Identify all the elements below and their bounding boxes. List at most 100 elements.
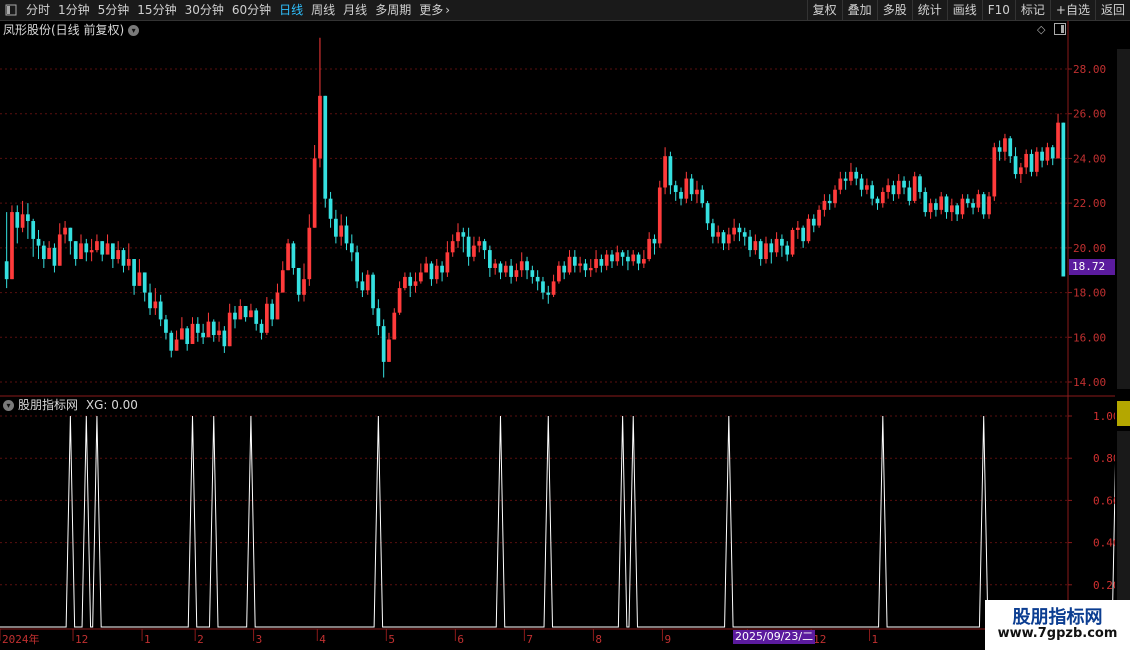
candle-body <box>965 198 970 204</box>
candle-body <box>344 225 349 244</box>
candle-body <box>790 229 795 255</box>
candle-body <box>57 234 62 266</box>
candle-body <box>742 232 747 237</box>
candle-body <box>296 267 301 295</box>
candle-body <box>89 250 94 253</box>
tab-period-6[interactable]: 日线 <box>275 0 307 20</box>
current-price-tag: 18.72 <box>1069 259 1115 275</box>
candle-body <box>689 178 694 195</box>
candle-body <box>180 328 184 340</box>
candle-body <box>1024 153 1029 168</box>
candle-body <box>817 209 821 226</box>
toolbar-button-3[interactable]: 统计 <box>911 0 947 20</box>
candle-body <box>355 252 359 282</box>
candle-body <box>620 252 625 257</box>
candle-body <box>456 232 460 242</box>
candle-body <box>211 321 216 336</box>
candle-body <box>700 189 705 204</box>
tab-period-10[interactable]: 更多 <box>415 0 447 20</box>
candle-body <box>599 259 604 266</box>
candle-body <box>748 236 752 251</box>
chevron-right-icon[interactable]: › <box>445 3 450 17</box>
toolbar-button-2[interactable]: 多股 <box>876 0 912 20</box>
candle-body <box>610 254 614 262</box>
x-label: 9 <box>664 633 671 646</box>
candle-body <box>413 281 418 286</box>
tab-period-8[interactable]: 月线 <box>339 0 371 20</box>
toolbar-button-5[interactable]: F10 <box>981 0 1015 20</box>
candle-body <box>73 241 78 260</box>
toolbar-button-7[interactable]: +自选 <box>1049 0 1095 20</box>
candle-body <box>36 238 41 246</box>
candle-body <box>270 303 275 320</box>
candle-body <box>795 227 800 230</box>
period-toolbar: 分时 1分钟 5分钟 15分钟 30分钟 60分钟 日线 周线 月线 多周期 更多 › 复权 叠加 多股… <box>0 0 1130 21</box>
candle-body <box>997 147 1002 152</box>
candle-body <box>567 256 572 273</box>
candle-body <box>711 223 715 237</box>
candle-body <box>647 238 652 260</box>
candle-body <box>546 292 551 295</box>
candle-body <box>387 339 391 362</box>
toolbar-button-0[interactable]: 复权 <box>806 0 842 20</box>
candle-body <box>854 171 859 179</box>
indicator-y-label: 0.40 <box>1093 537 1115 550</box>
tab-period-7[interactable]: 周线 <box>307 0 339 20</box>
candle-body <box>132 259 136 286</box>
toolbar-button-6[interactable]: 标记 <box>1014 0 1050 20</box>
tab-period-3[interactable]: 15分钟 <box>133 0 180 20</box>
candle-body <box>440 265 444 273</box>
y-label: 20.00 <box>1073 242 1106 255</box>
candle-body <box>498 263 503 273</box>
candle-body <box>280 270 285 293</box>
toolbar-button-4[interactable]: 画线 <box>946 0 982 20</box>
tab-period-9[interactable]: 多周期 <box>371 0 415 20</box>
candle-body <box>636 254 641 264</box>
candle-body <box>397 288 402 313</box>
candle-body <box>928 203 933 213</box>
x-label: 5 <box>388 633 395 646</box>
candle-body <box>4 261 9 280</box>
candle-body <box>535 276 540 282</box>
toolbar-button-1[interactable]: 叠加 <box>841 0 877 20</box>
candle-body <box>976 194 981 208</box>
candle-body <box>1003 138 1007 152</box>
x-label: 7 <box>526 633 533 646</box>
candle-body <box>47 247 51 260</box>
tab-period-5[interactable]: 60分钟 <box>228 0 275 20</box>
candle-body <box>403 276 407 289</box>
candle-body <box>509 265 513 277</box>
candle-body <box>227 312 232 347</box>
x-label: 1 <box>872 633 879 646</box>
x-label: 1 <box>144 633 151 646</box>
tab-period-1[interactable]: 1分钟 <box>54 0 94 20</box>
candle-body <box>339 225 344 237</box>
candle-body <box>652 238 657 244</box>
tab-period-4[interactable]: 30分钟 <box>181 0 228 20</box>
chart-area[interactable]: 14.00 16.00 18.00 20.00 22.00 24.00 26.00 28.00… <box>0 21 1115 650</box>
candle-body <box>992 147 997 197</box>
candle-body <box>307 227 312 280</box>
candle-body <box>578 263 582 266</box>
candle-body <box>934 203 938 210</box>
tab-period-0[interactable]: 分时 <box>22 0 54 20</box>
candle-body <box>126 259 131 266</box>
toolbar-button-8[interactable]: 返回 <box>1094 0 1130 20</box>
y-axis-labels: 14.00 16.00 18.00 20.00 22.00 24.00 26.00 28.00… <box>1073 63 1115 592</box>
x-label: 4 <box>319 633 326 646</box>
candle-body <box>806 218 811 242</box>
candle-body <box>588 267 593 271</box>
toolbar-actions: 复权 叠加 多股 统计 画线 F10 标记 +自选 返回 <box>806 0 1130 20</box>
candle-body <box>668 156 673 186</box>
x-label: 6 <box>457 633 464 646</box>
candle-body <box>912 176 917 201</box>
sidebar-toggle-icon[interactable] <box>4 3 18 17</box>
candle-body <box>562 265 567 273</box>
candle-body <box>604 254 609 266</box>
candle-body <box>631 254 636 262</box>
tab-period-2[interactable]: 5分钟 <box>94 0 134 20</box>
candle-body <box>153 301 158 309</box>
candle-body <box>461 232 466 237</box>
candle-body <box>981 194 986 215</box>
candle-body <box>572 256 577 266</box>
